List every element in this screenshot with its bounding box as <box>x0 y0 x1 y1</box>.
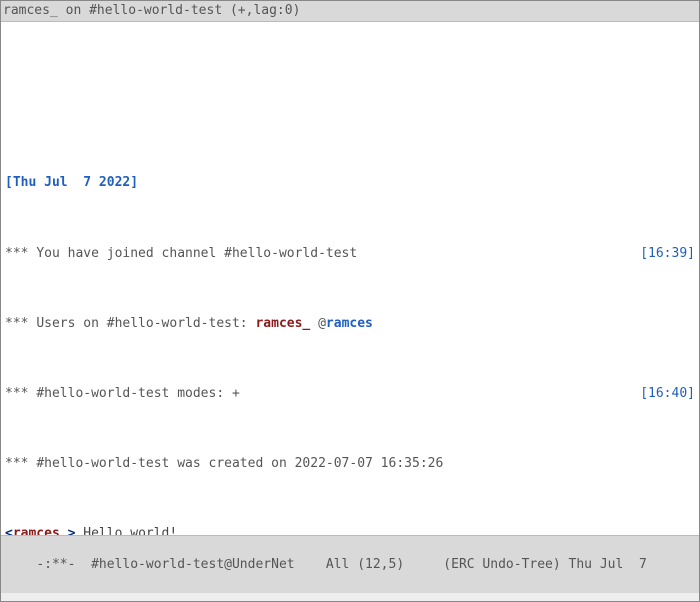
chat-message-line: <ramces_> Hello world! <box>5 525 695 535</box>
blank-line <box>5 59 695 73</box>
nick-separator: @ <box>310 316 326 331</box>
join-message-line: *** You have joined channel #hello-world… <box>5 245 695 263</box>
users-list: *** Users on #hello-world-test: ramces_ … <box>5 315 695 333</box>
timestamp: [16:40] <box>640 385 695 403</box>
date-header: [Thu Jul 7 2022] <box>5 174 695 192</box>
blank-line <box>5 108 695 122</box>
modes-text: #hello-world-test modes: + <box>36 386 240 401</box>
nick-self: ramces_ <box>255 316 310 331</box>
join-message: *** You have joined channel #hello-world… <box>5 245 640 263</box>
created-message: *** #hello-world-test was created on 202… <box>5 455 695 473</box>
buffer-title-bar: ramces_ on #hello-world-test (+,lag:0) <box>1 1 699 22</box>
date-header-line: [Thu Jul 7 2022] <box>5 174 695 192</box>
mode-line: -:**- #hello-world-test@UnderNet All (12… <box>1 535 699 593</box>
system-prefix: *** <box>5 456 36 471</box>
timestamp: [16:39] <box>640 245 695 263</box>
minibuffer-area[interactable] <box>1 593 699 601</box>
created-line: *** #hello-world-test was created on 202… <box>5 455 695 473</box>
message-nick: ramces_ <box>13 526 68 535</box>
chat-message: <ramces_> Hello world! <box>5 525 695 535</box>
angle-open: < <box>5 526 13 535</box>
message-text: Hello world! <box>75 526 177 535</box>
system-prefix: *** <box>5 246 36 261</box>
modes-message: *** #hello-world-test modes: + <box>5 385 640 403</box>
join-text: You have joined channel #hello-world-tes… <box>36 246 357 261</box>
users-lead: Users on #hello-world-test: <box>36 316 255 331</box>
nick-op: ramces <box>326 316 373 331</box>
mode-line-text: -:**- #hello-world-test@UnderNet All (12… <box>36 557 654 572</box>
system-prefix: *** <box>5 386 36 401</box>
created-text: #hello-world-test was created on 2022-07… <box>36 456 443 471</box>
system-prefix: *** <box>5 316 36 331</box>
erc-buffer[interactable]: [Thu Jul 7 2022] *** You have joined cha… <box>1 22 699 536</box>
users-list-line: *** Users on #hello-world-test: ramces_ … <box>5 315 695 333</box>
emacs-window: ramces_ on #hello-world-test (+,lag:0) [… <box>0 0 700 602</box>
modes-line: *** #hello-world-test modes: + [16:40] <box>5 385 695 403</box>
